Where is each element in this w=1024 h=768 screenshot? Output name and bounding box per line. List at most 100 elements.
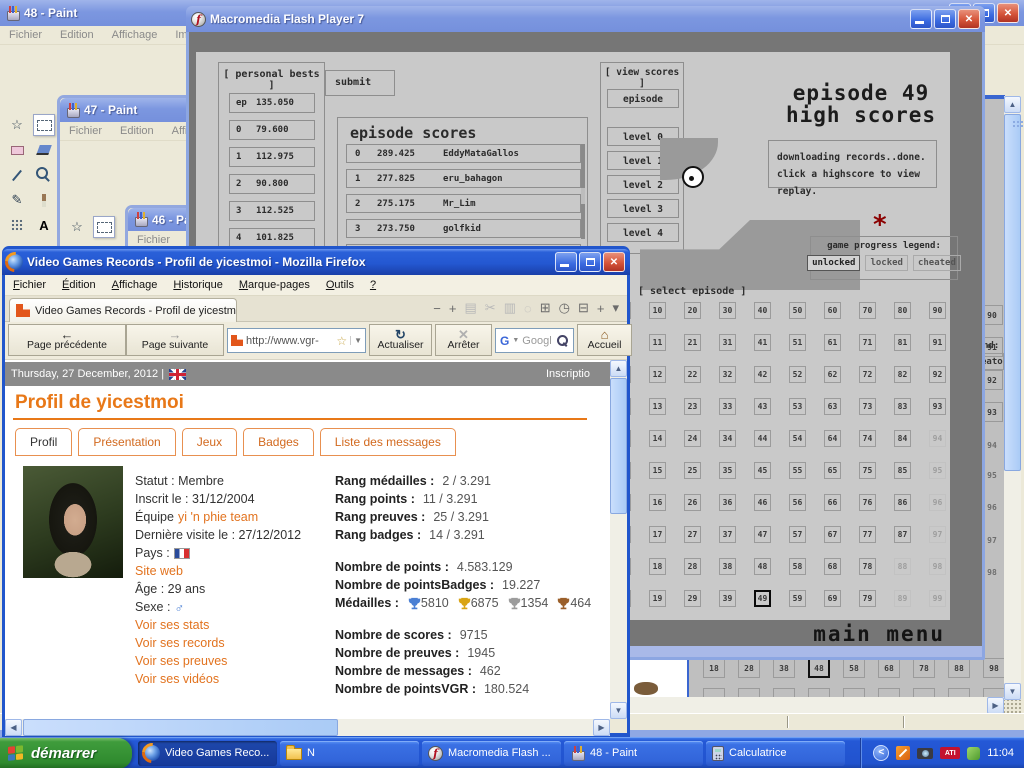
url-text[interactable]: http://www.vgr- bbox=[246, 335, 333, 347]
personal-best-row[interactable]: 3112.525 bbox=[229, 201, 315, 221]
episode-cell-34[interactable]: 34 bbox=[719, 430, 736, 447]
tab-pr-sentation[interactable]: Présentation bbox=[78, 428, 175, 456]
episode-cell-14[interactable]: 14 bbox=[649, 430, 666, 447]
episode-cell-66[interactable]: 66 bbox=[824, 494, 841, 511]
clock[interactable]: 11:04 bbox=[987, 747, 1014, 759]
episode-cell-30[interactable]: 30 bbox=[719, 302, 736, 319]
episode-cell-58[interactable]: 58 bbox=[789, 558, 806, 575]
menu-item-fichier[interactable]: Fichier bbox=[0, 27, 51, 43]
episode-cell-11[interactable]: 11 bbox=[649, 334, 666, 351]
episode-cell-43[interactable]: 43 bbox=[754, 398, 771, 415]
episode-cell-98[interactable]: 98 bbox=[929, 558, 946, 575]
link-yi-n-phie-team[interactable]: yi 'n phie team bbox=[178, 510, 258, 524]
search-field[interactable]: G ▼ Googl bbox=[495, 328, 574, 353]
episode-cell-33[interactable]: 33 bbox=[719, 398, 736, 415]
tab-jeux[interactable]: Jeux bbox=[182, 428, 237, 456]
episode-cell-89[interactable]: 89 bbox=[894, 590, 911, 607]
episode-cell-25[interactable]: 25 bbox=[684, 462, 701, 479]
forward-button[interactable]: → Page suivante bbox=[126, 324, 224, 356]
tray-app-icon[interactable] bbox=[896, 746, 910, 760]
print-icon[interactable]: ⊟ bbox=[578, 300, 589, 316]
personal-best-row[interactable]: 079.600 bbox=[229, 120, 315, 140]
episode-cell-55[interactable]: 55 bbox=[789, 462, 806, 479]
episode-cell-22[interactable]: 22 bbox=[684, 366, 701, 383]
menu-fichier[interactable]: Fichier bbox=[5, 276, 54, 294]
episode-cell-51[interactable]: 51 bbox=[789, 334, 806, 351]
episode-cell-31[interactable]: 31 bbox=[719, 334, 736, 351]
episode-cell-23[interactable]: 23 bbox=[684, 398, 701, 415]
episode-cell-54[interactable]: 54 bbox=[789, 430, 806, 447]
tab-liste-des-messages[interactable]: Liste des messages bbox=[320, 428, 456, 456]
episode-cell-99[interactable]: 99 bbox=[929, 590, 946, 607]
color-picker-tool-icon[interactable] bbox=[6, 164, 28, 186]
flash-titlebar[interactable]: Macromedia Flash Player 7 ✕ bbox=[186, 6, 985, 32]
scrollbar-thumb[interactable] bbox=[23, 719, 338, 736]
menu-item[interactable]: ? bbox=[362, 276, 384, 294]
episode-cell-56[interactable]: 56 bbox=[789, 494, 806, 511]
episode-cell-88[interactable]: 88 bbox=[894, 558, 911, 575]
episode-scores-scrollbar[interactable] bbox=[581, 144, 585, 239]
toolbar-overflow-icon[interactable]: ▾ bbox=[612, 300, 619, 316]
copy-icon[interactable]: ▥ bbox=[504, 300, 516, 316]
url-dropdown-icon[interactable]: ▼ bbox=[350, 336, 362, 345]
view-level-3-button[interactable]: level 3 bbox=[607, 199, 679, 218]
episode-cell-18[interactable]: 18 bbox=[649, 558, 666, 575]
open-window-icon[interactable]: ⊞ bbox=[540, 300, 551, 316]
episode-cell-68[interactable]: 68 bbox=[824, 558, 841, 575]
remove-tab-icon[interactable]: − bbox=[433, 301, 441, 316]
menu-item-affichage[interactable]: Affichage bbox=[103, 27, 167, 43]
taskbar-item-48-paint[interactable]: 48 - Paint bbox=[564, 741, 703, 766]
stop-button[interactable]: ✕ Arrêter bbox=[435, 324, 492, 356]
episode-cell-59[interactable]: 59 bbox=[789, 590, 806, 607]
pencil-tool-icon[interactable] bbox=[6, 189, 28, 211]
episode-cell-50[interactable]: 50 bbox=[789, 302, 806, 319]
taskbar-item-calculatrice[interactable]: Calculatrice bbox=[706, 741, 845, 766]
episode-cell-75[interactable]: 75 bbox=[859, 462, 876, 479]
episode-cell-79[interactable]: 79 bbox=[859, 590, 876, 607]
episode-cell-10[interactable]: 10 bbox=[649, 302, 666, 319]
episode-cell-72[interactable]: 72 bbox=[859, 366, 876, 383]
text-tool-icon[interactable] bbox=[33, 214, 55, 236]
eraser-tool-icon[interactable] bbox=[6, 139, 28, 161]
episode-cell-92[interactable]: 92 bbox=[929, 366, 946, 383]
search-engine-dropdown-icon[interactable]: ▼ bbox=[512, 337, 519, 344]
episode-cell-65[interactable]: 65 bbox=[824, 462, 841, 479]
episode-cell-49[interactable]: 49 bbox=[754, 590, 771, 607]
episode-cell-53[interactable]: 53 bbox=[789, 398, 806, 415]
episode-cell-96[interactable]: 96 bbox=[929, 494, 946, 511]
link-site-web[interactable]: Site web bbox=[135, 564, 183, 578]
episode-cell-70[interactable]: 70 bbox=[859, 302, 876, 319]
episode-cell-87[interactable]: 87 bbox=[894, 526, 911, 543]
episode-cell-93[interactable]: 93 bbox=[929, 398, 946, 415]
resize-grip[interactable] bbox=[1004, 700, 1021, 713]
paste-icon[interactable]: ▤ bbox=[464, 300, 476, 316]
paint-48-vertical-scrollbar[interactable]: ▲ ▼ bbox=[1004, 96, 1021, 700]
add-toolbar-icon[interactable]: + bbox=[597, 301, 605, 316]
highscore-row[interactable]: 0289.425EddyMataGallos bbox=[346, 144, 581, 163]
episode-cell-40[interactable]: 40 bbox=[754, 302, 771, 319]
episode-cell-41[interactable]: 41 bbox=[754, 334, 771, 351]
episode-cell-80[interactable]: 80 bbox=[894, 302, 911, 319]
menu-item-fichier[interactable]: Fichier bbox=[60, 123, 111, 139]
freeform-select-tool-icon[interactable] bbox=[6, 114, 28, 136]
close-button[interactable]: ✕ bbox=[997, 3, 1019, 23]
episode-cell-86[interactable]: 86 bbox=[894, 494, 911, 511]
episode-cell-26[interactable]: 26 bbox=[684, 494, 701, 511]
brush-tool-icon[interactable] bbox=[33, 189, 55, 211]
uk-flag-icon[interactable] bbox=[169, 369, 186, 380]
episode-cell-12[interactable]: 12 bbox=[649, 366, 666, 383]
magnifier-tool-icon[interactable] bbox=[33, 164, 55, 186]
legend-cheated[interactable]: cheated bbox=[913, 255, 961, 271]
episode-cell-84[interactable]: 84 bbox=[894, 430, 911, 447]
episode-cell-83[interactable]: 83 bbox=[894, 398, 911, 415]
url-field[interactable]: http://www.vgr- ☆ ▼ bbox=[227, 328, 366, 353]
start-button[interactable]: démarrer bbox=[0, 738, 132, 768]
episode-cell-13[interactable]: 13 bbox=[649, 398, 666, 415]
menu-marque-pages[interactable]: Marque-pages bbox=[231, 276, 318, 294]
menu-item-edition[interactable]: Edition bbox=[51, 27, 103, 43]
legend-unlocked[interactable]: unlocked bbox=[807, 255, 860, 271]
episode-cell-91[interactable]: 91 bbox=[929, 334, 946, 351]
episode-cell-37[interactable]: 37 bbox=[719, 526, 736, 543]
link-voir-ses-preuves[interactable]: Voir ses preuves bbox=[135, 654, 227, 668]
new-tab-icon[interactable]: + bbox=[449, 301, 457, 316]
